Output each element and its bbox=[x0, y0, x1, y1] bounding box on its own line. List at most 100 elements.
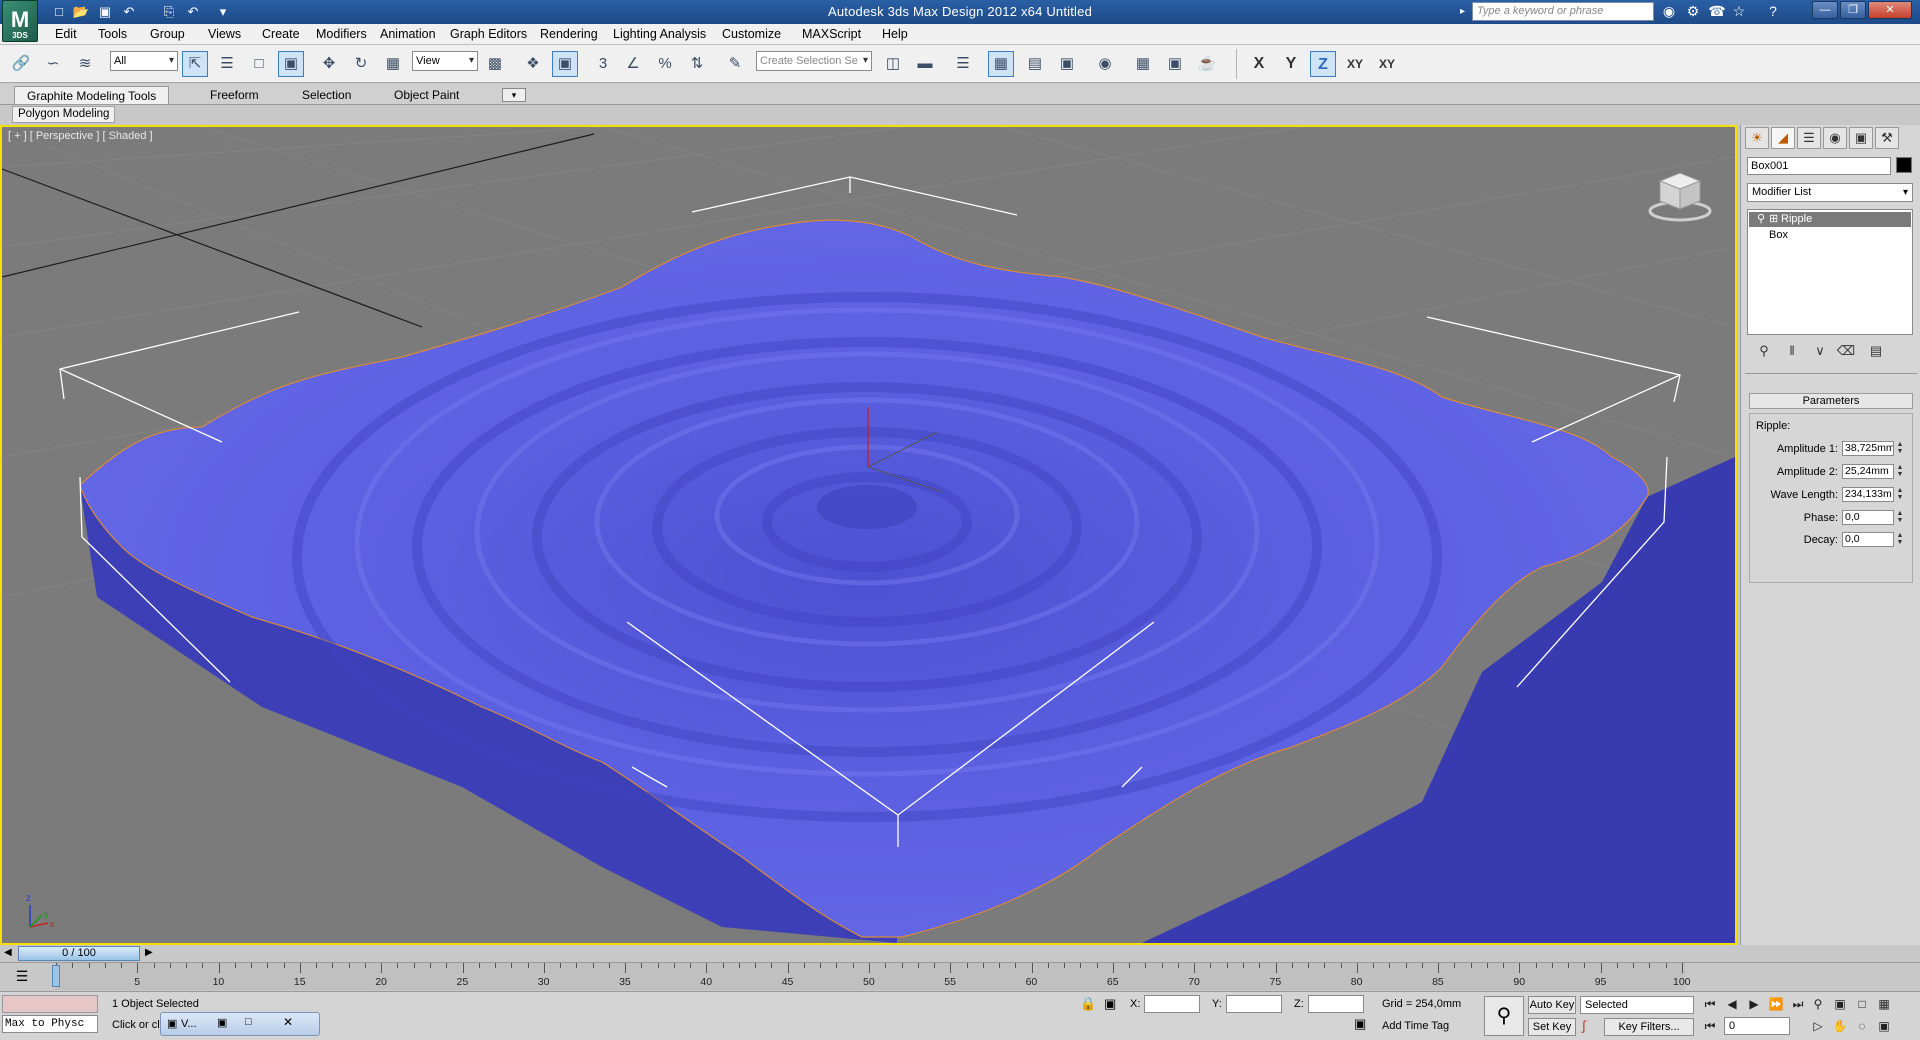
tab-graphite-modeling-tools[interactable]: Graphite Modeling Tools bbox=[14, 86, 170, 104]
redo-icon[interactable]: ⎘ bbox=[160, 3, 178, 20]
tab-selection[interactable]: Selection bbox=[290, 86, 363, 104]
selection-lock-icon[interactable]: 🔒 bbox=[1080, 996, 1096, 1012]
pivot-point-icon[interactable]: ▩ bbox=[482, 51, 508, 77]
stack-item-ripple[interactable]: ⚲ ⊞ Ripple bbox=[1749, 212, 1911, 227]
decay-field[interactable]: 0,0 bbox=[1842, 532, 1894, 547]
search-input[interactable]: Type a keyword or phrase bbox=[1472, 2, 1654, 21]
subscription-icon[interactable]: ⚙ bbox=[1682, 2, 1704, 21]
add-time-tag-button[interactable]: Add Time Tag bbox=[1382, 1020, 1449, 1032]
mini-curve-editor-icon[interactable]: ☰ bbox=[12, 968, 32, 986]
window-crossing-icon[interactable]: ▣ bbox=[278, 51, 304, 77]
stack-item-box[interactable]: Box bbox=[1749, 228, 1911, 243]
align-icon[interactable]: ▬ bbox=[912, 51, 938, 77]
field-of-view-icon[interactable]: ▷ bbox=[1808, 1017, 1828, 1035]
lightbulb-icon[interactable]: ⚲ bbox=[1757, 212, 1769, 227]
app-menu-logo[interactable]: M 3DS bbox=[2, 0, 38, 42]
undo-list-icon[interactable]: ↶ bbox=[184, 3, 202, 20]
auto-key-button[interactable]: Auto Key bbox=[1528, 996, 1576, 1014]
select-object-icon[interactable]: ⇱ bbox=[182, 51, 208, 77]
menu-graph-editors[interactable]: Graph Editors bbox=[450, 27, 527, 41]
modify-tab-icon[interactable]: ◢ bbox=[1771, 127, 1795, 149]
time-tag-icon[interactable]: ▣ bbox=[1354, 1016, 1366, 1032]
make-unique-icon[interactable]: ∨ bbox=[1809, 343, 1831, 361]
maxscript-listener-mini[interactable] bbox=[2, 995, 98, 1013]
select-and-rotate-icon[interactable]: ↻ bbox=[348, 51, 374, 77]
zoom-icon[interactable]: ⚲ bbox=[1808, 995, 1828, 1013]
save-file-icon[interactable]: ▣ bbox=[96, 3, 114, 20]
object-name-field[interactable]: Box001 bbox=[1747, 157, 1891, 175]
menu-modifiers[interactable]: Modifiers bbox=[316, 27, 367, 41]
timeline-frame-cursor[interactable] bbox=[52, 965, 60, 987]
tab-freeform[interactable]: Freeform bbox=[198, 86, 271, 104]
key-mode-toggle-icon[interactable]: ⏮ bbox=[1700, 1017, 1720, 1035]
menu-maxscript[interactable]: MAXScript bbox=[802, 27, 861, 41]
graphite-toggle-icon[interactable]: ▦ bbox=[988, 51, 1014, 77]
minimize-button[interactable]: — bbox=[1812, 1, 1838, 19]
taskbar-minimized-window[interactable]: ▣ V... ▣ □ ✕ bbox=[160, 1012, 320, 1036]
viewcube-icon[interactable] bbox=[1648, 167, 1712, 223]
previous-frame-icon[interactable]: ◀ bbox=[1722, 995, 1742, 1013]
taskbar-maximize-icon[interactable]: □ bbox=[245, 1016, 252, 1028]
time-slider-prev-icon[interactable]: ◀ bbox=[4, 947, 12, 958]
current-frame-field[interactable]: 0 bbox=[1724, 1017, 1790, 1035]
menu-help[interactable]: Help bbox=[882, 27, 908, 41]
edit-named-selection-icon[interactable]: ✎ bbox=[722, 51, 748, 77]
material-editor-icon[interactable]: ◉ bbox=[1092, 51, 1118, 77]
pan-view-icon[interactable]: ✋ bbox=[1830, 1017, 1850, 1035]
render-production-icon[interactable]: ☕ bbox=[1194, 51, 1220, 77]
menu-group[interactable]: Group bbox=[150, 27, 185, 41]
snaps-toggle-icon[interactable]: 3 bbox=[590, 51, 616, 77]
set-key-button[interactable]: Set Key bbox=[1528, 1018, 1576, 1036]
undo-icon[interactable]: ↶ bbox=[120, 3, 138, 20]
tab-object-paint[interactable]: Object Paint bbox=[382, 86, 471, 104]
maxscript-input[interactable]: Max to Physc bbox=[2, 1015, 98, 1033]
select-and-manipulate-icon[interactable]: ❖ bbox=[520, 51, 546, 77]
unlink-icon[interactable]: ∽ bbox=[40, 51, 66, 77]
time-slider-next-icon[interactable]: ▶ bbox=[145, 947, 153, 958]
menu-customize[interactable]: Customize bbox=[722, 27, 781, 41]
mirror-icon[interactable]: ◫ bbox=[880, 51, 906, 77]
amplitude1-spinner[interactable]: ▲ ▼ bbox=[1896, 441, 1904, 456]
search-expand-icon[interactable]: ▸ bbox=[1460, 3, 1472, 20]
show-end-result-icon[interactable]: ‖ bbox=[1781, 343, 1803, 361]
menu-tools[interactable]: Tools bbox=[98, 27, 127, 41]
hierarchy-tab-icon[interactable]: ☰ bbox=[1797, 127, 1821, 149]
schematic-view-icon[interactable]: ▣ bbox=[1054, 51, 1080, 77]
binoculars-icon[interactable]: ◉ bbox=[1658, 2, 1680, 21]
close-button[interactable]: ✕ bbox=[1868, 1, 1912, 19]
menu-create[interactable]: Create bbox=[262, 27, 300, 41]
decay-spinner[interactable]: ▲ ▼ bbox=[1896, 532, 1904, 547]
go-to-end-icon[interactable]: ⏭ bbox=[1788, 995, 1808, 1013]
open-file-icon[interactable]: 📂 bbox=[72, 3, 90, 20]
zoom-extents-all-icon[interactable]: ▦ bbox=[1874, 995, 1894, 1013]
amplitude2-spinner[interactable]: ▲ ▼ bbox=[1896, 464, 1904, 479]
modifier-list-dropdown[interactable]: Modifier List bbox=[1747, 183, 1913, 202]
axis-xy-button[interactable]: XY bbox=[1342, 51, 1368, 77]
bind-space-warp-icon[interactable]: ≋ bbox=[72, 51, 98, 77]
z-coord-field[interactable] bbox=[1308, 995, 1364, 1013]
axis-y-button[interactable]: Y bbox=[1278, 51, 1304, 77]
taskbar-restore-icon[interactable]: ▣ bbox=[217, 1016, 227, 1029]
menu-animation[interactable]: Animation bbox=[380, 27, 436, 41]
menu-edit[interactable]: Edit bbox=[55, 27, 77, 41]
zoom-extents-icon[interactable]: □ bbox=[1852, 995, 1872, 1013]
axis-x-button[interactable]: X bbox=[1246, 51, 1272, 77]
select-and-scale-icon[interactable]: ▦ bbox=[380, 51, 406, 77]
x-coord-field[interactable] bbox=[1144, 995, 1200, 1013]
key-filters-button[interactable]: Key Filters... bbox=[1604, 1018, 1694, 1036]
select-by-name-icon[interactable]: ☰ bbox=[214, 51, 240, 77]
y-coord-field[interactable] bbox=[1226, 995, 1282, 1013]
motion-tab-icon[interactable]: ◉ bbox=[1823, 127, 1847, 149]
named-selection-dropdown[interactable]: Create Selection Se bbox=[756, 51, 872, 71]
select-and-move-icon[interactable]: ✥ bbox=[316, 51, 342, 77]
phase-field[interactable]: 0,0 bbox=[1842, 510, 1894, 525]
percent-snap-icon[interactable]: % bbox=[652, 51, 678, 77]
angle-snap-icon[interactable]: ∠ bbox=[620, 51, 646, 77]
new-file-icon[interactable]: □ bbox=[50, 3, 68, 20]
layer-manager-icon[interactable]: ☰ bbox=[950, 51, 976, 77]
select-and-link-icon[interactable]: 🔗 bbox=[8, 51, 34, 77]
reference-coordinate-dropdown[interactable]: View bbox=[412, 51, 478, 71]
go-to-start-icon[interactable]: ⏮ bbox=[1700, 995, 1720, 1013]
remove-modifier-icon[interactable]: ⌫ bbox=[1835, 343, 1857, 361]
curve-editor-icon[interactable]: ▤ bbox=[1022, 51, 1048, 77]
